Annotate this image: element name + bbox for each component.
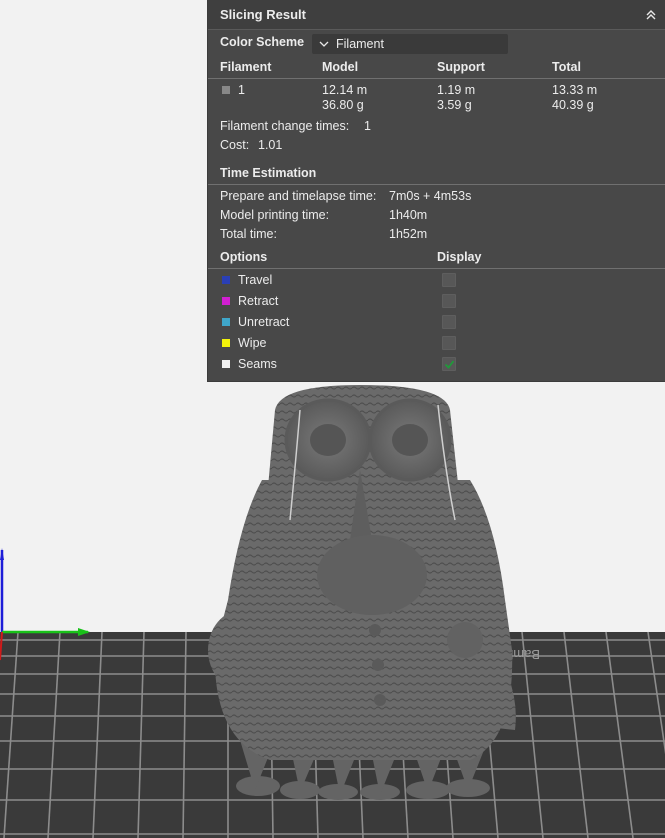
option-label-travel: Travel [238, 273, 273, 287]
panel-header: Slicing Result [208, 0, 665, 30]
divider [208, 78, 665, 79]
support-length: 1.19 m [437, 83, 476, 97]
panel-title: Slicing Result [220, 7, 306, 22]
unretract-swatch [222, 318, 230, 326]
option-label-unretract: Unretract [238, 315, 290, 329]
cost-label: Cost: [220, 138, 250, 152]
sliced-model[interactable] [208, 385, 516, 800]
header-filament: Filament [220, 60, 272, 74]
travel-swatch [222, 276, 230, 284]
time-label: Model printing time: [220, 208, 330, 222]
option-label-wipe: Wipe [238, 336, 267, 350]
filament-swatch [222, 86, 230, 94]
options-header: Options [220, 250, 268, 264]
total-weight: 40.39 g [552, 98, 594, 112]
time-estimation-title: Time Estimation [220, 166, 317, 180]
model-weight: 36.80 g [322, 98, 364, 112]
filament-change-label: Filament change times: [220, 119, 350, 133]
filament-id: 1 [238, 83, 245, 97]
retract-swatch [222, 297, 230, 305]
model-length: 12.14 m [322, 83, 368, 97]
time-value: 1h52m [389, 227, 428, 241]
support-weight: 3.59 g [437, 98, 472, 112]
header-total: Total [552, 60, 581, 74]
wipe-swatch [222, 339, 230, 347]
seams-swatch [222, 360, 230, 368]
divider [208, 184, 665, 185]
wipe-display-checkbox[interactable] [442, 336, 456, 350]
filament-change-value: 1 [364, 119, 371, 133]
chevron-down-icon [319, 41, 329, 47]
collapse-chevron-icon[interactable] [643, 7, 659, 23]
total-length: 13.33 m [552, 83, 598, 97]
display-header: Display [437, 250, 482, 264]
time-value: 7m0s + 4m53s [389, 189, 472, 203]
time-label: Prepare and timelapse time: [220, 189, 377, 203]
color-scheme-dropdown[interactable]: Filament [312, 34, 508, 54]
header-model: Model [322, 60, 359, 74]
retract-display-checkbox[interactable] [442, 294, 456, 308]
cost-value: 1.01 [258, 138, 283, 152]
slicing-result-panel: Slicing Result Color Scheme Filament Fil… [208, 0, 665, 381]
color-scheme-value: Filament [336, 37, 384, 51]
checkmark-icon [444, 360, 455, 369]
divider [208, 268, 665, 269]
travel-display-checkbox[interactable] [442, 273, 456, 287]
unretract-display-checkbox[interactable] [442, 315, 456, 329]
time-label: Total time: [220, 227, 277, 241]
seams-display-checkbox[interactable] [442, 357, 456, 371]
option-label-retract: Retract [238, 294, 279, 308]
color-scheme-label: Color Scheme [220, 35, 305, 49]
time-value: 1h40m [389, 208, 428, 222]
option-label-seams: Seams [238, 357, 277, 371]
header-support: Support [437, 60, 485, 74]
